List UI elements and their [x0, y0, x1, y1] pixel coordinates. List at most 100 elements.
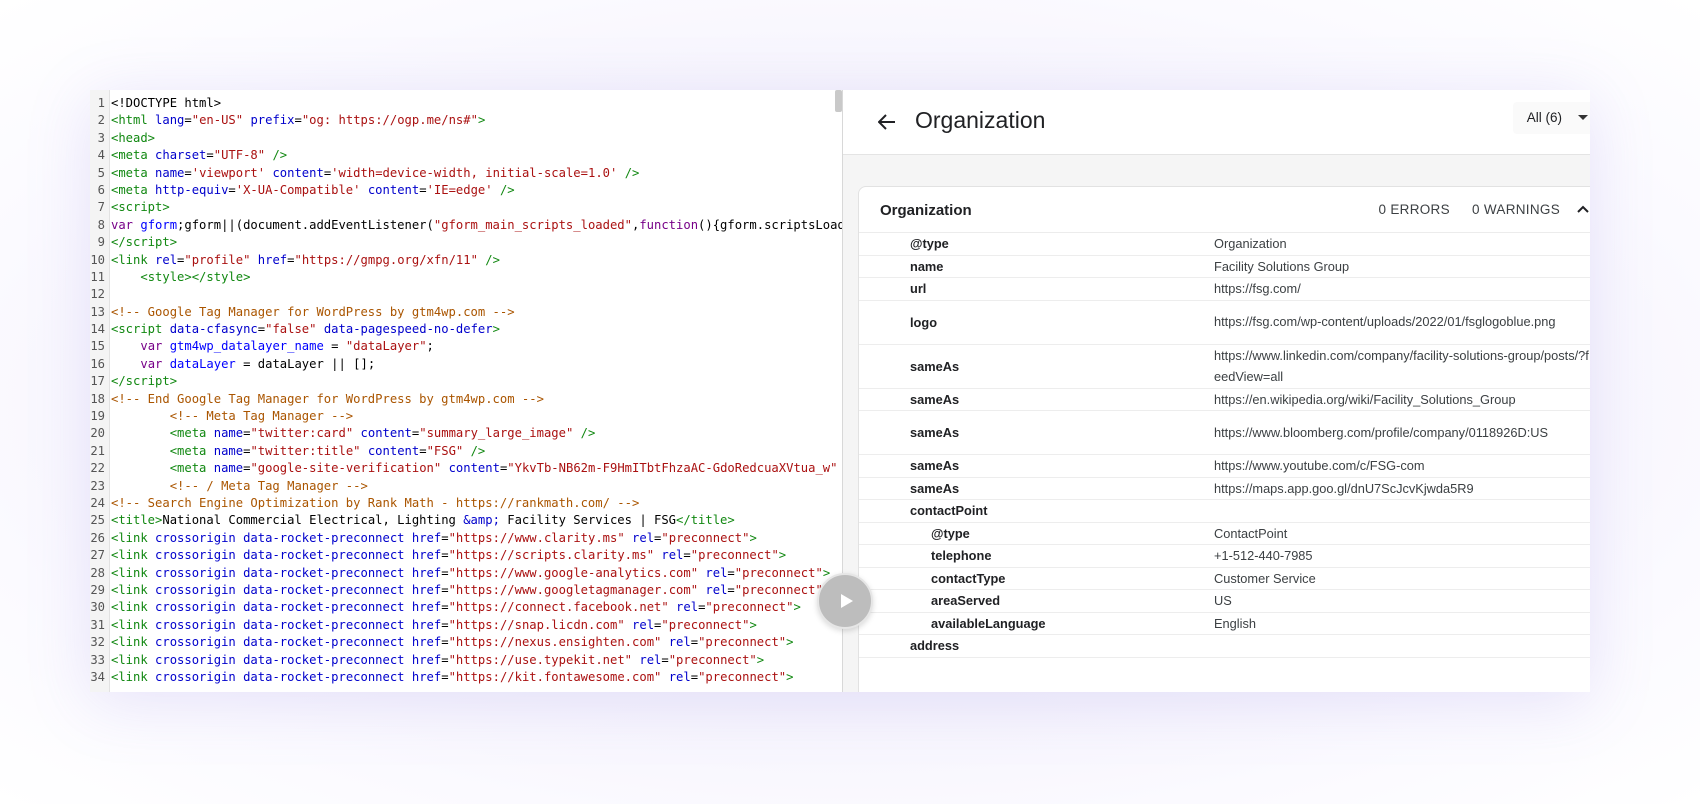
card-title: Organization — [880, 202, 972, 219]
property-value: Facility Solutions Group — [1214, 258, 1350, 274]
code-text: <html lang="en-US" prefix="og: https://o… — [111, 113, 486, 128]
code-lines: 1 <!DOCTYPE html> 2 <html lang="en-US" pref… — [90, 95, 842, 687]
back-button[interactable] — [873, 108, 901, 136]
line-number: 14 — [90, 321, 109, 339]
filter-label: All (6) — [1526, 110, 1562, 125]
code-text: <meta name="twitter:card" content="summa… — [169, 426, 596, 441]
property-row: sameAs https://en.wikipedia.org/wiki/Faci… — [859, 389, 1590, 411]
property-row: name Facility Solutions Group — [859, 256, 1590, 278]
code-line: 31 <link crossorigin data-rocket-preconne… — [90, 616, 842, 635]
property-key: logo — [910, 314, 938, 330]
code-text: <meta name="google-site-verification" co… — [169, 461, 838, 476]
line-number: 11 — [90, 268, 109, 287]
code-text: <style></style> — [140, 269, 251, 284]
code-line: 30 <link crossorigin data-rocket-preconne… — [90, 599, 842, 617]
property-key: address — [910, 638, 960, 654]
property-key: sameAs — [910, 425, 960, 440]
code-line: 29 <link crossorigin data-rocket-preconne… — [90, 581, 842, 600]
line-number: 6 — [90, 181, 109, 200]
tool-window: 1 <!DOCTYPE html> 2 <html lang="en-US" pref… — [90, 90, 1590, 692]
property-row: url https://fsg.com/ — [859, 278, 1590, 301]
property-row: @type Organization — [859, 233, 1590, 256]
code-line: 10 <link rel="profile" href="https://gmpg… — [90, 251, 842, 269]
code-text: <meta name="twitter:title" content="FSG"… — [169, 443, 486, 458]
property-key: sameAs — [910, 458, 960, 474]
property-key: @type — [910, 236, 949, 252]
line-number: 34 — [90, 668, 109, 687]
property-row: availableLanguage English — [859, 613, 1590, 635]
line-number: 9 — [90, 234, 109, 252]
page-title: Organization — [915, 107, 1046, 133]
card-status: 0 ERRORS 0 WARNINGS — [1361, 202, 1561, 217]
property-key: @type — [931, 525, 970, 541]
property-value: US — [1214, 593, 1232, 608]
line-number: 33 — [90, 651, 109, 669]
line-number: 32 — [90, 634, 109, 652]
code-line: 11 <style></style> — [90, 268, 842, 287]
line-number: 22 — [90, 460, 109, 478]
code-text: <!-- End Google Tag Manager for WordPres… — [111, 391, 544, 406]
code-text: <link crossorigin data-rocket-preconnect… — [111, 548, 787, 563]
code-text: <script data-cfasync="false" data-pagesp… — [111, 322, 500, 337]
code-text: <link crossorigin data-rocket-preconnect… — [111, 635, 794, 650]
property-value: +1-512-440-7985 — [1214, 548, 1313, 563]
property-row: @type ContactPoint — [859, 523, 1590, 545]
property-key: contactType — [931, 570, 1006, 586]
line-number: 2 — [90, 112, 109, 130]
property-value — [1214, 635, 1590, 657]
code-text: var gform;gform||(document.addEventListe… — [111, 217, 842, 232]
code-line: 5 <meta name='viewport' content='width=de… — [90, 164, 842, 182]
line-number: 15 — [90, 338, 109, 356]
code-text: var gtm4wp_datalayer_name = "dataLayer"; — [140, 339, 434, 354]
code-line: 12 — [90, 286, 842, 304]
property-key: telephone — [931, 548, 992, 564]
property-row: sameAs https://www.youtube.com/c/FSG-com — [859, 455, 1590, 478]
line-number: 7 — [90, 199, 109, 217]
code-line: 14 <script data-cfasync="false" data-page… — [90, 321, 842, 339]
card-header[interactable]: Organization 0 ERRORS 0 WARNINGS — [859, 187, 1590, 233]
code-line: 34 <link crossorigin data-rocket-preconne… — [90, 668, 842, 687]
code-line: 17 </script> — [90, 373, 842, 391]
property-value: https://www.bloomberg.com/profile/compan… — [1214, 424, 1549, 440]
code-text: <link crossorigin data-rocket-preconnect… — [111, 669, 794, 684]
line-number: 8 — [90, 216, 109, 235]
line-number: 24 — [90, 494, 109, 513]
property-key: name — [910, 258, 944, 274]
line-number: 23 — [90, 477, 109, 495]
property-value: Organization — [1214, 236, 1287, 251]
code-text: var dataLayer = dataLayer || []; — [140, 356, 376, 371]
line-number: 19 — [90, 408, 109, 426]
run-test-button[interactable] — [817, 573, 873, 629]
line-number: 3 — [90, 129, 109, 148]
property-key: sameAs — [910, 480, 960, 496]
code-line: 15 var gtm4wp_datalayer_name = "dataLaye… — [90, 338, 842, 356]
line-number: 16 — [90, 355, 109, 374]
property-row: areaServed US — [859, 590, 1590, 613]
property-value: https://maps.app.goo.gl/dnU7ScJcvKjwda5R… — [1214, 480, 1474, 496]
property-row: logo https://fsg.com/wp-content/uploads/2… — [859, 301, 1590, 345]
property-value: ContactPoint — [1214, 525, 1288, 541]
code-text: </script> — [111, 374, 178, 389]
code-line: 27 <link crossorigin data-rocket-preconne… — [90, 547, 842, 565]
property-key: sameAs — [910, 358, 960, 374]
code-text: <link crossorigin data-rocket-preconnect… — [111, 652, 765, 667]
code-line: 21 <meta name="twitter:title" content="F… — [90, 442, 842, 461]
code-text: <!-- Google Tag Manager for WordPress by… — [111, 304, 515, 319]
code-line: 20 <meta name="twitter:card" content="su… — [90, 425, 842, 443]
code-text: <script> — [111, 200, 170, 215]
item-filter-dropdown[interactable]: All (6) — [1512, 102, 1590, 134]
code-text: </script> — [111, 235, 178, 250]
property-table: @type Organization name Facility Solutions … — [859, 233, 1590, 658]
editor-scrollbar[interactable] — [835, 90, 842, 112]
code-text: <!-- Meta Tag Manager --> — [169, 409, 354, 424]
line-number: 26 — [90, 529, 109, 548]
chevron-up-icon[interactable] — [1575, 201, 1590, 217]
code-line: 8 var gform;gform||(document.addEventList… — [90, 216, 842, 235]
property-value: https://en.wikipedia.org/wiki/Facility_S… — [1214, 391, 1516, 407]
code-editor[interactable]: 1 <!DOCTYPE html> 2 <html lang="en-US" pref… — [90, 90, 843, 692]
code-line: 22 <meta name="google-site-verification"… — [90, 460, 842, 478]
line-number: 28 — [90, 564, 109, 582]
code-line: 6 <meta http-equiv='X-UA-Compatible' cont… — [90, 181, 842, 200]
results-header: Organization All (6) — [843, 90, 1590, 155]
line-number: 17 — [90, 373, 109, 391]
